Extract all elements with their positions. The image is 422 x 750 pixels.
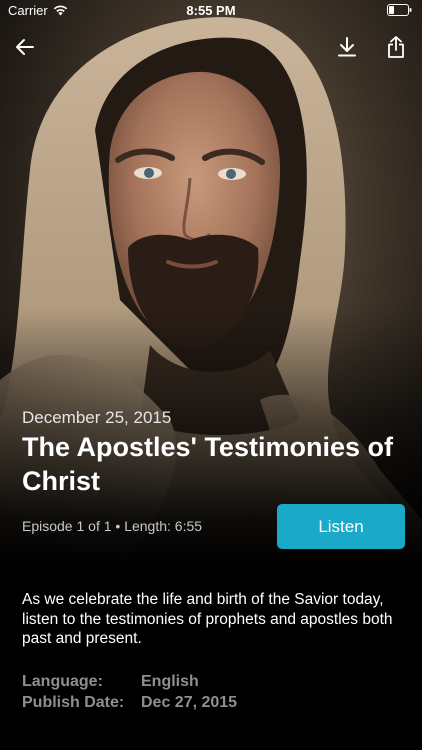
arrow-left-icon — [16, 39, 34, 55]
language-value: English — [141, 673, 199, 690]
episode-description: As we celebrate the life and birth of th… — [22, 591, 393, 647]
podcast-episode-screen: Carrier 8:55 PM December 25, 2015 The Ap… — [0, 0, 422, 750]
share-icon — [388, 36, 404, 58]
language-row: Language: English — [22, 671, 237, 692]
language-label: Language: — [22, 673, 103, 690]
publish-date-value: Dec 27, 2015 — [141, 694, 238, 711]
episode-info: Episode 1 of 1 • Length: 6:55 — [22, 518, 203, 534]
download-icon — [338, 37, 356, 57]
publish-date-row: Publish Date: Dec 27, 2015 — [22, 692, 237, 713]
episode-date: December 25, 2015 — [22, 408, 172, 427]
share-button[interactable] — [381, 32, 411, 62]
publish-date-label: Publish Date: — [22, 694, 125, 711]
download-button[interactable] — [332, 32, 362, 62]
episode-details: Language: English Publish Date: Dec 27, … — [22, 671, 237, 713]
status-bar: Carrier 8:55 PM — [0, 0, 422, 22]
battery-icon — [387, 4, 412, 16]
listen-button[interactable]: Listen — [277, 504, 405, 549]
episode-title: The Apostles' Testimonies of Christ — [22, 432, 393, 496]
status-time: 8:55 PM — [186, 3, 236, 18]
back-button[interactable] — [10, 32, 40, 62]
